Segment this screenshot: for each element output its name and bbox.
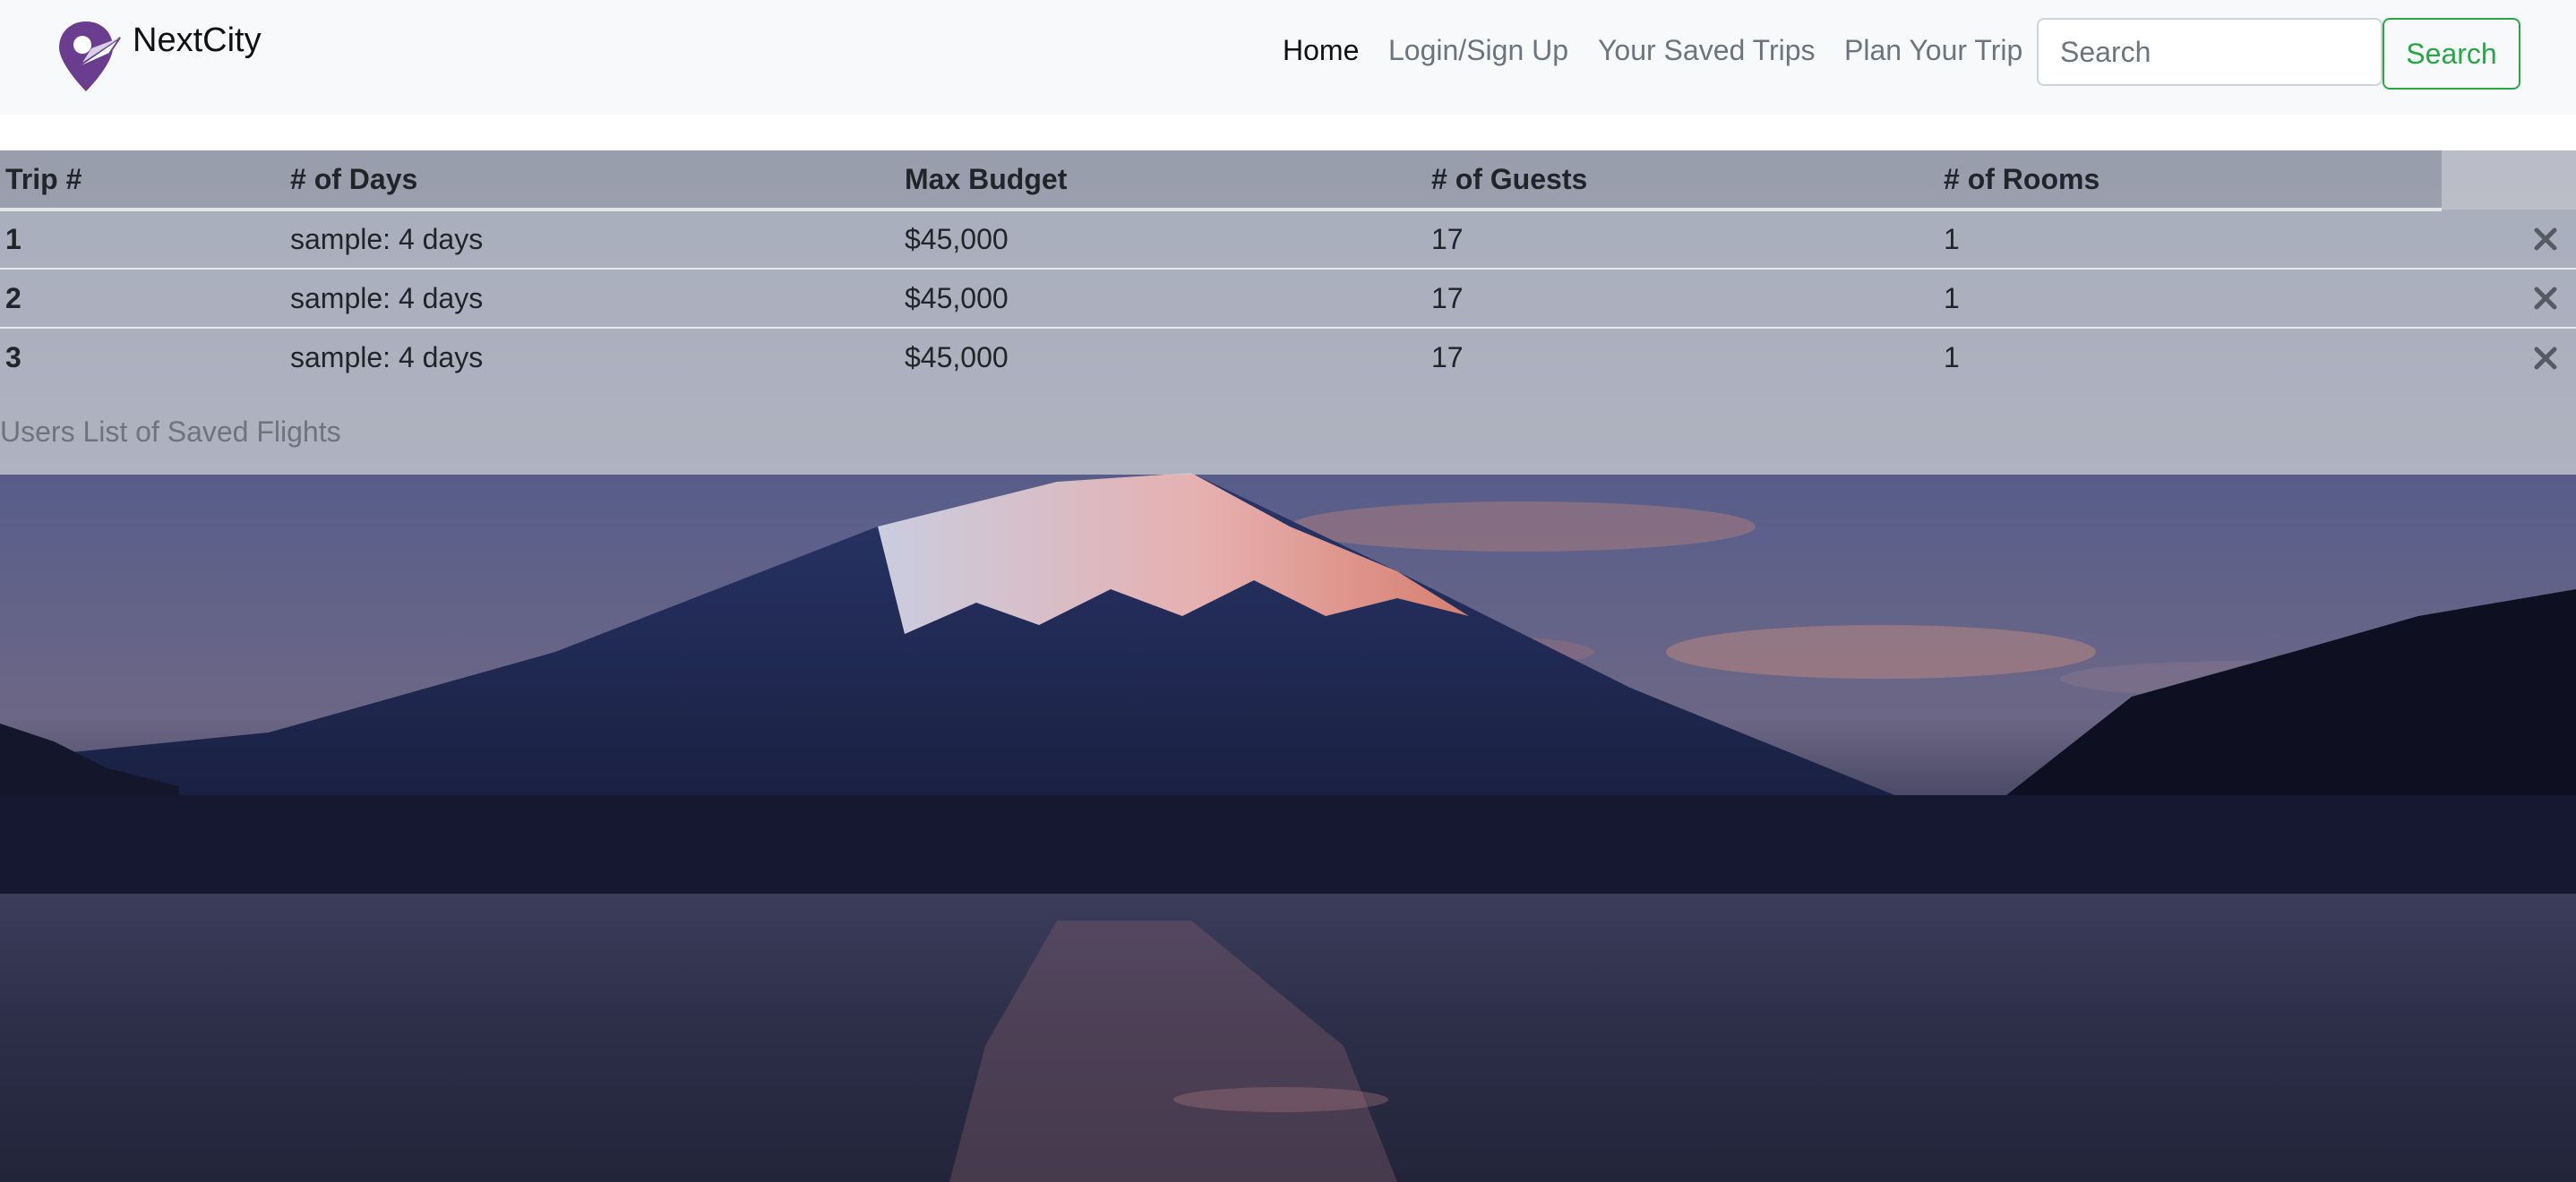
header-actions xyxy=(2442,150,2576,210)
search-button[interactable]: Search xyxy=(2383,18,2520,90)
cell-trip-number: 2 xyxy=(0,268,290,328)
cell-max-budget: $45,000 xyxy=(905,327,1431,387)
close-icon[interactable] xyxy=(2528,340,2563,376)
cell-days: sample: 4 days xyxy=(290,223,484,255)
saved-trips-table: Trip # # of Days Max Budget # of Guests … xyxy=(0,150,2576,387)
close-icon[interactable] xyxy=(2528,221,2563,257)
cell-actions xyxy=(2442,210,2576,269)
cell-guests: 17 xyxy=(1431,223,1464,255)
cell-max-budget: $45,000 xyxy=(905,223,1009,255)
cell-actions xyxy=(2442,268,2576,328)
top-navbar: NextCity Home Login/Sign Up Your Saved T… xyxy=(0,0,2576,115)
table-row: 3 sample: 4 days $45,000 17 1 xyxy=(0,327,2576,387)
saved-trips-panel: Trip # # of Days Max Budget # of Guests … xyxy=(0,150,2576,475)
table-row: 1 sample: 4 days $45,000 17 1 xyxy=(0,210,2576,269)
search-input[interactable] xyxy=(2037,18,2383,86)
cell-rooms: 1 xyxy=(1944,327,2442,387)
nav-link-home[interactable]: Home xyxy=(1283,34,1359,67)
header-days: # of Days xyxy=(290,150,905,211)
cell-trip-number: 3 xyxy=(0,327,290,387)
cell-days: sample: 4 days xyxy=(290,327,905,387)
cell-rooms: 1 xyxy=(1944,223,1960,255)
header-trip-number: Trip # xyxy=(0,150,290,211)
cell-rooms: 1 xyxy=(1944,268,2442,328)
cell-guests: 17 xyxy=(1431,268,1944,328)
cell-days: sample: 4 days xyxy=(290,268,905,328)
cell-max-budget: $45,000 xyxy=(905,268,1431,328)
cell-guests: 17 xyxy=(1431,327,1944,387)
close-icon[interactable] xyxy=(2528,280,2563,316)
nav-link-login-signup[interactable]: Login/Sign Up xyxy=(1388,34,1568,67)
nav-link-plan-trip[interactable]: Plan Your Trip xyxy=(1844,34,2022,67)
table-row: 2 sample: 4 days $45,000 17 1 xyxy=(0,268,2576,328)
header-guests: # of Guests xyxy=(1431,150,1944,211)
nav-link-saved-trips[interactable]: Your Saved Trips xyxy=(1598,34,1816,67)
table-caption: Users List of Saved Flights xyxy=(0,415,341,448)
header-max-budget: Max Budget xyxy=(905,150,1431,211)
cell-trip-number: 1 xyxy=(5,223,21,255)
table-header-row: Trip # # of Days Max Budget # of Guests … xyxy=(0,150,2576,211)
header-rooms: # of Rooms xyxy=(1944,150,2442,211)
cell-actions xyxy=(2442,327,2576,387)
